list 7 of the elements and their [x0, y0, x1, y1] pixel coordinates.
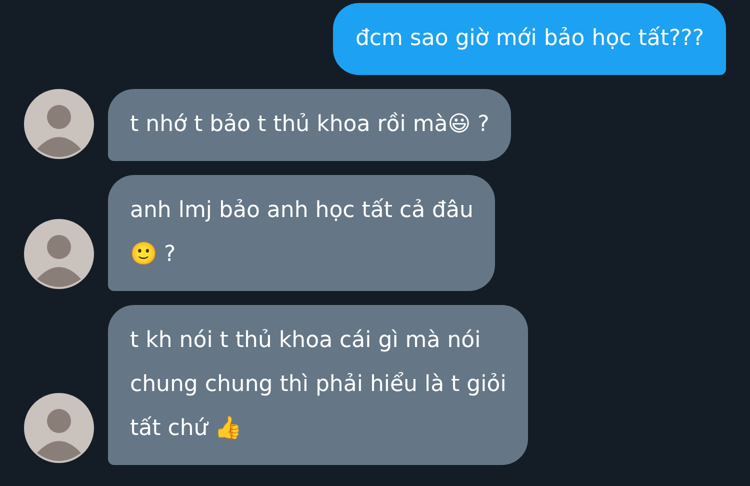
message-bubble: t nhớ t bảo t thủ khoa rồi mà😃 ? — [108, 89, 512, 161]
message-bubble: đcm sao giờ mới bảo học tất??? — [333, 3, 726, 75]
avatar-icon[interactable] — [24, 89, 94, 159]
message-bubble: t kh nói t thủ khoa cái gì mà nói chung chung thì phải hiểu là t giỏi tất chứ 👍 — [108, 305, 528, 465]
avatar-icon[interactable] — [24, 219, 94, 289]
avatar-icon[interactable] — [24, 393, 94, 463]
message-bubble: anh lmj bảo anh học tất cả đâu 🙂 ? — [108, 175, 496, 291]
